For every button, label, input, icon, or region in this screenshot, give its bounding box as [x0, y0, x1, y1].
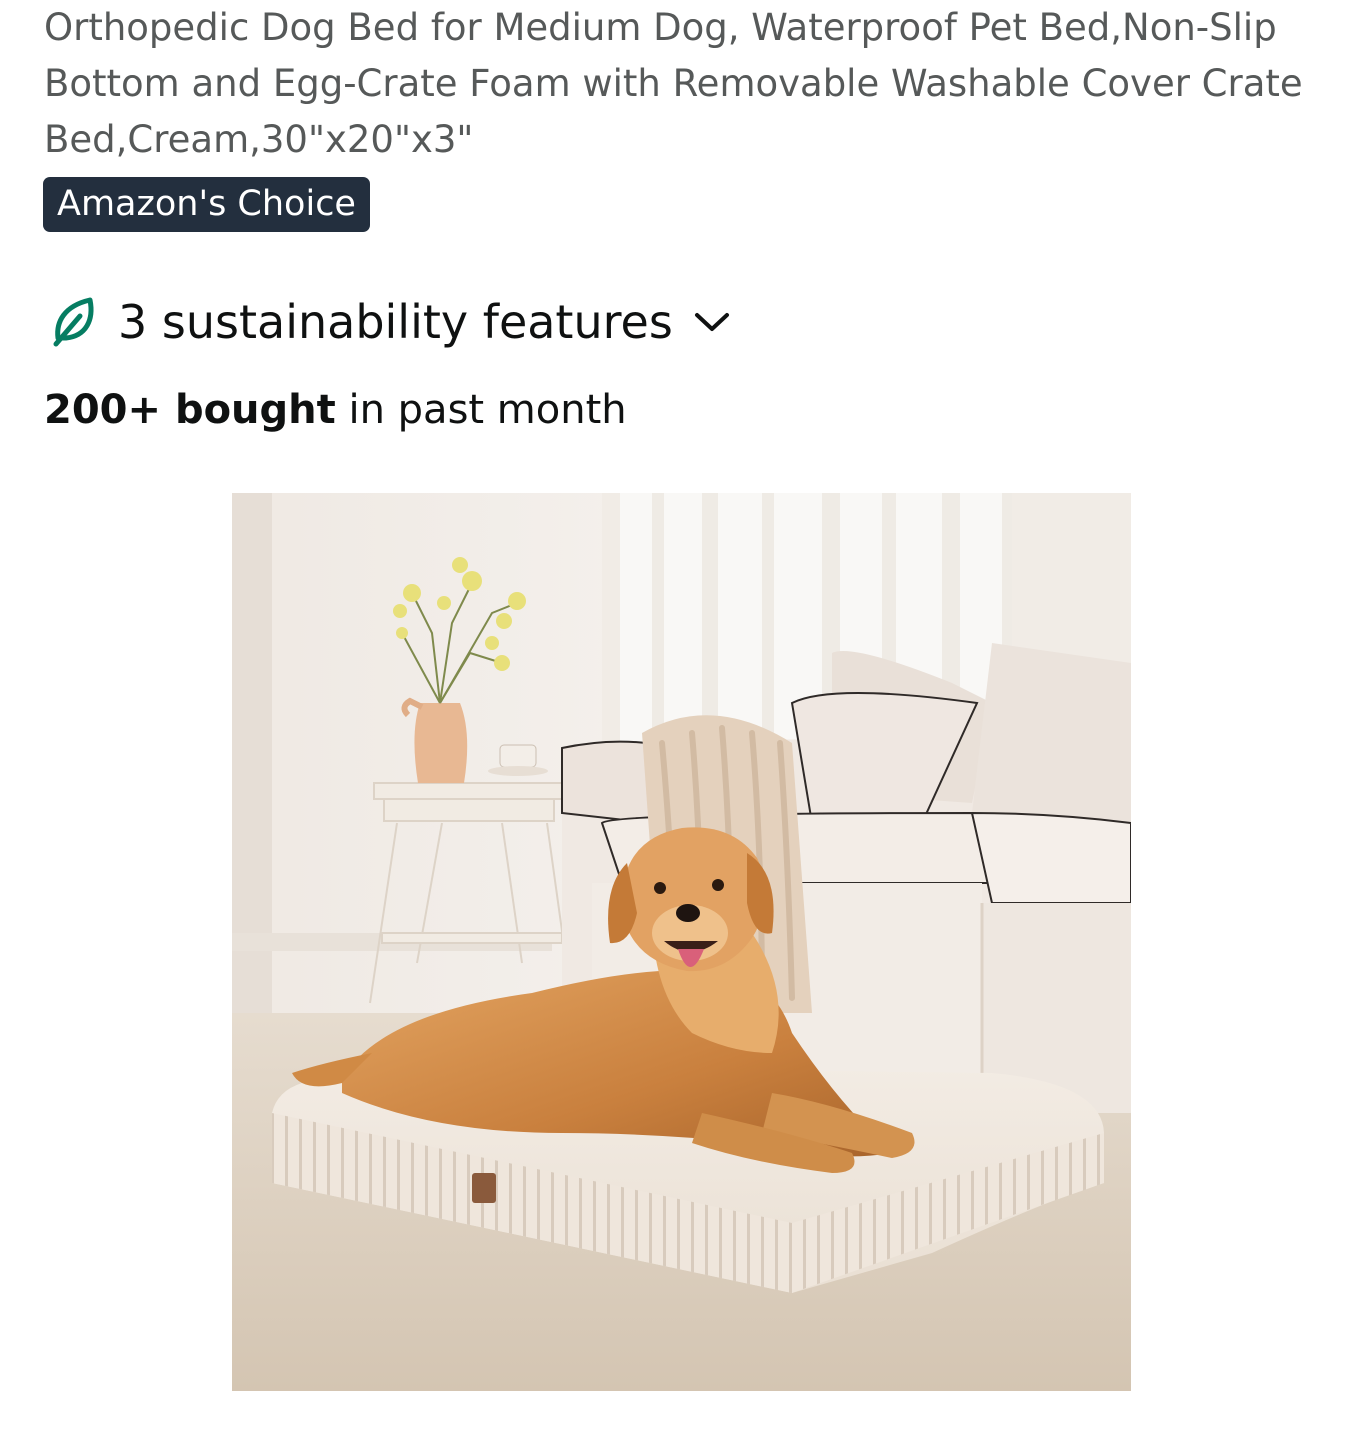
- bought-count: 200+ bought: [44, 387, 336, 433]
- chevron-down-icon: [693, 310, 731, 334]
- sustainability-features-toggle[interactable]: 3 sustainability features: [50, 290, 731, 354]
- leaf-icon: [50, 292, 98, 352]
- product-image[interactable]: [232, 493, 1131, 1391]
- product-title: Orthopedic Dog Bed for Medium Dog, Water…: [44, 6, 1303, 161]
- bought-suffix: in past month: [335, 387, 627, 433]
- amazons-choice-badge[interactable]: Amazon's Choice: [43, 177, 370, 232]
- bought-in-past-month: 200+ bought in past month: [44, 382, 627, 438]
- sustainability-label: 3 sustainability features: [118, 295, 673, 349]
